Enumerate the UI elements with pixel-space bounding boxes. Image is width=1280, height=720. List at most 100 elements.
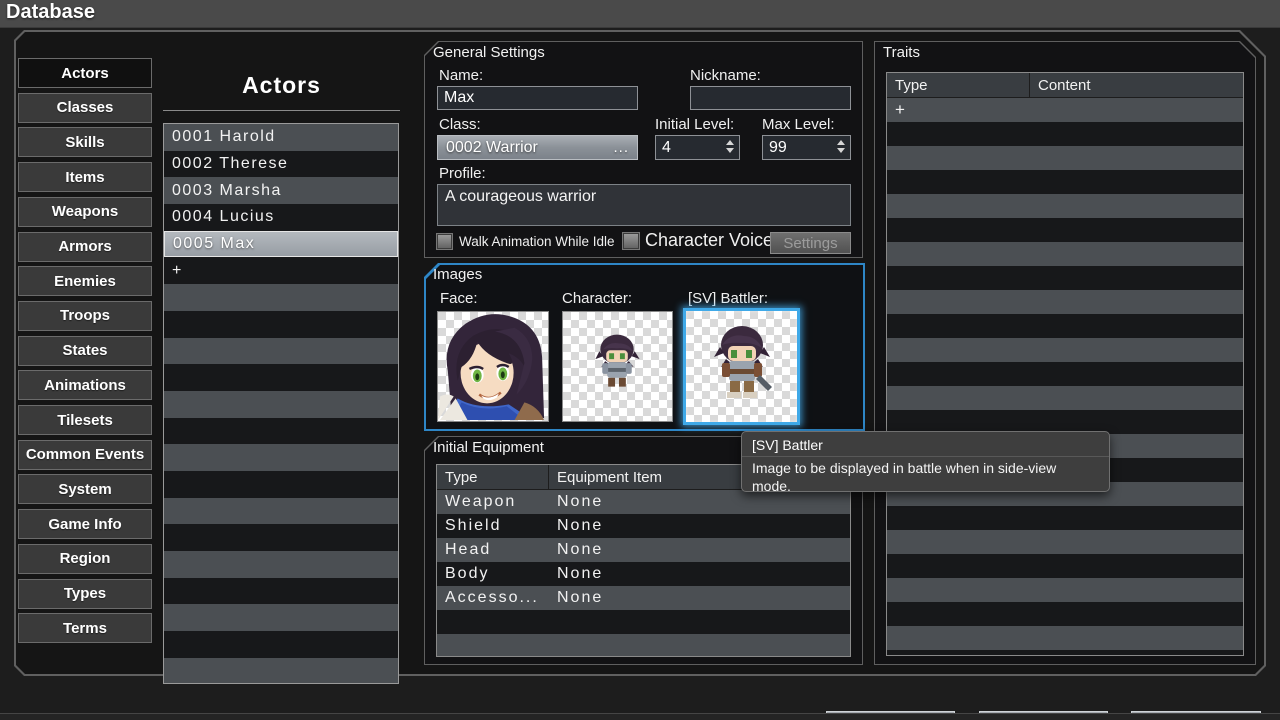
sidebar-tab-enemies[interactable]: Enemies (18, 266, 152, 296)
face-portrait-image (438, 312, 548, 420)
character-sprite-image (563, 312, 672, 421)
trait-row[interactable] (887, 362, 1243, 386)
character-image-button[interactable] (562, 311, 673, 422)
sidebar-tab-system[interactable]: System (18, 474, 152, 504)
ellipsis-icon: ... (613, 139, 629, 156)
trait-row[interactable] (887, 146, 1243, 170)
equipment-row[interactable] (437, 610, 850, 634)
walk-animation-checkbox[interactable] (437, 234, 452, 249)
database-window: Database Actors Classes Skills Items Weapons… (0, 0, 1280, 720)
sv-battler-sprite-image (686, 311, 797, 422)
actor-list-item[interactable] (164, 471, 398, 498)
class-select-button[interactable]: 0002 Warrior ... (437, 135, 638, 160)
trait-row[interactable] (887, 530, 1243, 554)
equipment-item: None (549, 565, 603, 583)
sidebar-tab-classes[interactable]: Classes (18, 93, 152, 123)
walk-animation-label: Walk Animation While Idle (459, 234, 615, 249)
title-bar: Database (0, 0, 1280, 28)
actor-list-item[interactable] (164, 551, 398, 578)
trait-row[interactable] (887, 578, 1243, 602)
trait-row[interactable] (887, 506, 1243, 530)
sidebar-tab-common-events[interactable]: Common Events (18, 440, 152, 470)
character-voice-checkbox[interactable] (623, 233, 639, 249)
equipment-row[interactable]: BodyNone (437, 562, 850, 586)
actor-list-item[interactable] (164, 311, 398, 338)
trait-row[interactable] (887, 170, 1243, 194)
name-label: Name: (439, 67, 483, 84)
equipment-col-item: Equipment Item (549, 469, 662, 486)
tooltip-body: Image to be displayed in battle when in … (742, 457, 1109, 498)
trait-row[interactable] (887, 650, 1243, 656)
actor-list-item[interactable] (164, 338, 398, 365)
actor-list-item[interactable]: 0003 Marsha (164, 177, 398, 204)
trait-row[interactable] (887, 242, 1243, 266)
actor-list-add-row[interactable]: + (164, 257, 398, 284)
actor-list-item[interactable] (164, 444, 398, 471)
actor-list-item[interactable]: 0005 Max (164, 231, 398, 258)
trait-row[interactable] (887, 218, 1243, 242)
sidebar-tab-states[interactable]: States (18, 336, 152, 366)
sidebar-tab-game-info[interactable]: Game Info (18, 509, 152, 539)
profile-textarea[interactable]: A courageous warrior (437, 184, 851, 226)
actor-list-item[interactable] (164, 658, 398, 684)
trait-row[interactable] (887, 602, 1243, 626)
character-voice-label: Character Voice (645, 230, 773, 251)
nickname-input[interactable] (690, 86, 851, 110)
trait-row[interactable] (887, 290, 1243, 314)
initial-level-value: 4 (662, 139, 671, 157)
sv-battler-image-button[interactable] (683, 308, 800, 425)
max-level-spinner[interactable]: 99 (762, 135, 851, 160)
trait-row[interactable] (887, 266, 1243, 290)
equipment-row[interactable]: HeadNone (437, 538, 850, 562)
sidebar-tab-terms[interactable]: Terms (18, 613, 152, 643)
actor-list-item[interactable] (164, 631, 398, 658)
equipment-row[interactable] (437, 634, 850, 657)
traits-panel: Traits Type Content + (874, 41, 1256, 665)
initial-level-label: Initial Level: (655, 116, 734, 133)
initial-level-spinner[interactable]: 4 (655, 135, 740, 160)
sidebar-tab-tilesets[interactable]: Tilesets (18, 405, 152, 435)
sidebar-tab-troops[interactable]: Troops (18, 301, 152, 331)
face-image-button[interactable] (437, 311, 549, 422)
actor-list-item[interactable] (164, 498, 398, 525)
equipment-item: None (549, 541, 603, 559)
sidebar-tab-actors[interactable]: Actors (18, 58, 152, 88)
sv-battler-label: [SV] Battler: (688, 290, 768, 307)
actor-list-item[interactable]: 0001 Harold (164, 124, 398, 151)
class-label: Class: (439, 116, 481, 133)
voice-settings-button[interactable]: Settings (770, 232, 851, 254)
actor-list-item[interactable] (164, 524, 398, 551)
trait-row[interactable] (887, 386, 1243, 410)
sidebar-tab-types[interactable]: Types (18, 579, 152, 609)
sidebar-tab-armors[interactable]: Armors (18, 232, 152, 262)
sidebar-tab-weapons[interactable]: Weapons (18, 197, 152, 227)
trait-row[interactable] (887, 626, 1243, 650)
trait-row[interactable] (887, 338, 1243, 362)
actor-list-item[interactable] (164, 284, 398, 311)
traits-add-row[interactable]: + (887, 98, 1243, 122)
sidebar-tab-items[interactable]: Items (18, 162, 152, 192)
sidebar-tab-skills[interactable]: Skills (18, 127, 152, 157)
traits-table: Type Content + (886, 72, 1244, 656)
actor-list-item[interactable] (164, 578, 398, 605)
trait-row[interactable] (887, 554, 1243, 578)
spinner-arrows-icon[interactable] (837, 140, 845, 153)
actor-list-item[interactable] (164, 391, 398, 418)
equipment-row[interactable]: Accesso...None (437, 586, 850, 610)
trait-row[interactable] (887, 122, 1243, 146)
name-input[interactable] (437, 86, 638, 110)
equipment-rows: WeaponNoneShieldNoneHeadNoneBodyNoneAcce… (437, 490, 850, 657)
actor-list-item[interactable]: 0002 Therese (164, 151, 398, 178)
actor-list-item[interactable] (164, 364, 398, 391)
sidebar-tab-animations[interactable]: Animations (18, 370, 152, 400)
equipment-row[interactable]: ShieldNone (437, 514, 850, 538)
sv-battler-tooltip: [SV] Battler Image to be displayed in ba… (741, 431, 1110, 492)
actor-list-item[interactable]: 0004 Lucius (164, 204, 398, 231)
sidebar-tab-region[interactable]: Region (18, 544, 152, 574)
plus-icon: + (887, 100, 905, 120)
spinner-arrows-icon[interactable] (726, 140, 734, 153)
actor-list-item[interactable] (164, 418, 398, 445)
trait-row[interactable] (887, 314, 1243, 338)
actor-list-item[interactable] (164, 604, 398, 631)
trait-row[interactable] (887, 194, 1243, 218)
